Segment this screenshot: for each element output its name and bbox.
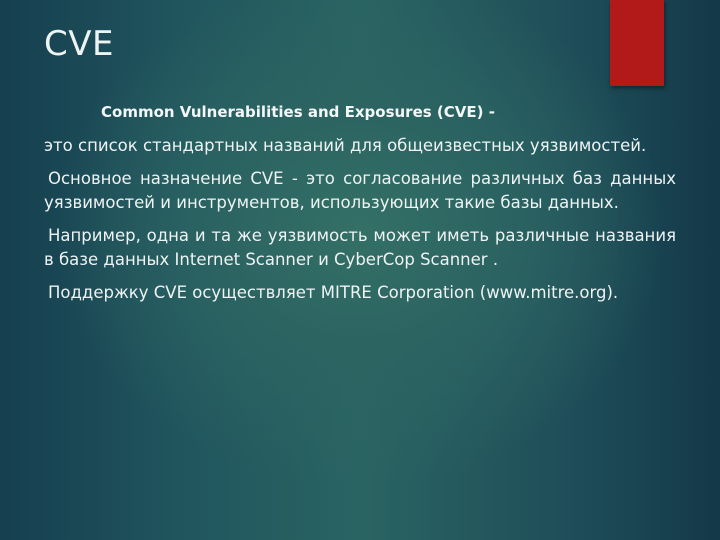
paragraph-example: Например, одна и та же уязвимость может … <box>44 226 676 269</box>
accent-bar <box>610 0 664 86</box>
slide-title: CVE <box>44 24 114 64</box>
paragraph-purpose: Основное назначение CVE - это согласован… <box>44 169 676 212</box>
slide-subtitle: Common Vulnerabilities and Exposures (CV… <box>101 103 495 121</box>
slide-body: это список стандартных названий для обще… <box>44 134 676 314</box>
slide: CVE Common Vulnerabilities and Exposures… <box>0 0 720 540</box>
paragraph-support: Поддержку CVE осуществляет MITRE Corpora… <box>48 283 619 302</box>
paragraph-definition: это список стандартных названий для обще… <box>44 136 647 155</box>
